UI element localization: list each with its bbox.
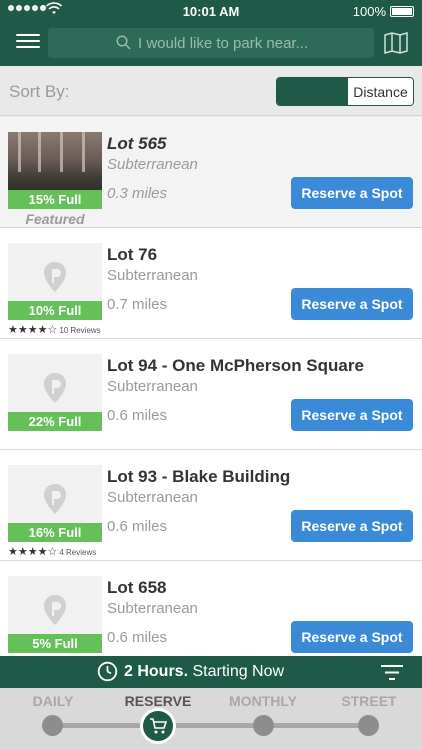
lot-placeholder-image: 16% Full [8,465,102,542]
tab-reserve[interactable]: RESERVE [108,693,208,709]
stars-glyphs: ★★★★☆ [8,546,58,558]
lot-photo: 15% Full [8,132,102,209]
clock-icon [97,661,118,682]
list-item[interactable]: 10% Full ★★★★☆ 10 Reviews Lot 76 Subterra… [0,228,422,339]
cart-icon [150,718,167,734]
occupancy-badge: 16% Full [8,523,102,542]
review-count: 10 Reviews [59,326,101,335]
filter-icon[interactable] [380,664,404,681]
occupancy-badge: 10% Full [8,301,102,320]
lot-type: Subterranean [107,267,198,284]
list-item[interactable]: 5% Full Lot 658 Subterranean 0.6 miles R… [0,561,422,656]
lot-name: Lot 76 [107,245,158,264]
occupancy-badge: 5% Full [8,634,102,653]
list-item[interactable]: 22% Full Lot 94 - One McPherson Square S… [0,339,422,450]
review-count: 4 Reviews [59,548,97,557]
occupancy-badge: 15% Full [8,190,102,209]
status-bar: 10:01 AM 100% [0,0,422,22]
list-item[interactable]: 15% Full Featured Lot 565 Subterranean 0… [0,117,422,228]
bottom-tab-bar: DAILY RESERVE MONTHLY STREET [0,688,422,750]
tab-dot-monthly[interactable] [253,715,274,736]
lot-type: Subterranean [107,156,198,173]
lot-distance: 0.6 miles [107,518,168,535]
duration-start: Starting Now [192,663,285,680]
parking-pin-icon [44,595,66,625]
tab-slider-track [52,723,370,728]
tab-dot-street[interactable] [358,715,379,736]
lot-type: Subterranean [107,378,198,395]
reserve-button[interactable]: Reserve a Spot [291,288,413,320]
app-header: 10:01 AM 100% I would like to park near.… [0,0,422,66]
reserve-button[interactable]: Reserve a Spot [291,177,413,209]
lot-type: Subterranean [107,600,198,617]
search-placeholder: I would like to park near... [138,35,309,52]
stars-glyphs: ★★★★☆ [8,324,58,336]
sort-label: Sort By: [9,82,70,101]
sort-option-selected[interactable] [277,78,347,105]
search-icon [116,35,131,50]
parking-pin-icon [44,373,66,403]
duration-hours: 2 Hours. [124,663,189,680]
reserve-button[interactable]: Reserve a Spot [291,399,413,431]
lot-name: Lot 94 - One McPherson Square [107,356,364,375]
lot-list[interactable]: 15% Full Featured Lot 565 Subterranean 0… [0,117,422,656]
parking-pin-icon [44,484,66,514]
battery-percent: 100% [352,4,386,19]
lot-name: Lot 93 - Blake Building [107,467,291,486]
search-input[interactable]: I would like to park near... [48,28,374,58]
parking-pin-icon [44,262,66,292]
lot-distance: 0.6 miles [107,629,168,646]
tab-daily[interactable]: DAILY [3,693,103,709]
lot-name: Lot 658 [107,578,167,597]
menu-button[interactable] [16,30,40,54]
tab-monthly[interactable]: MONTHLY [213,693,313,709]
occupancy-badge: 22% Full [8,412,102,431]
lot-placeholder-image: 10% Full [8,243,102,320]
reserve-button[interactable]: Reserve a Spot [291,510,413,542]
duration-bar[interactable]: 2 Hours. Starting Now [0,656,422,688]
reserve-button[interactable]: Reserve a Spot [291,621,413,653]
lot-name: Lot 565 [107,134,167,153]
lot-placeholder-image: 5% Full [8,576,102,653]
sort-option-distance[interactable]: Distance [347,78,413,105]
lot-placeholder-image: 22% Full [8,354,102,431]
lot-distance: 0.3 miles [107,185,168,202]
duration-text: 2 Hours. Starting Now [124,663,284,681]
list-item[interactable]: 16% Full ★★★★☆ 4 Reviews Lot 93 - Blake B… [0,450,422,561]
tab-dot-daily[interactable] [42,715,63,736]
rating-stars: ★★★★☆ 10 Reviews [8,323,101,336]
battery-icon [390,6,414,17]
map-icon[interactable] [384,32,408,54]
menu-icon [16,34,40,36]
sort-bar: Sort By: Distance [0,66,422,116]
sort-segmented-control: Distance [276,77,414,106]
lot-type: Subterranean [107,489,198,506]
tab-dot-reserve[interactable] [140,708,176,744]
tab-street[interactable]: STREET [319,693,419,709]
featured-label: Featured [25,211,85,227]
lot-distance: 0.7 miles [107,296,168,313]
lot-distance: 0.6 miles [107,407,168,424]
rating-stars: ★★★★☆ 4 Reviews [8,545,96,558]
